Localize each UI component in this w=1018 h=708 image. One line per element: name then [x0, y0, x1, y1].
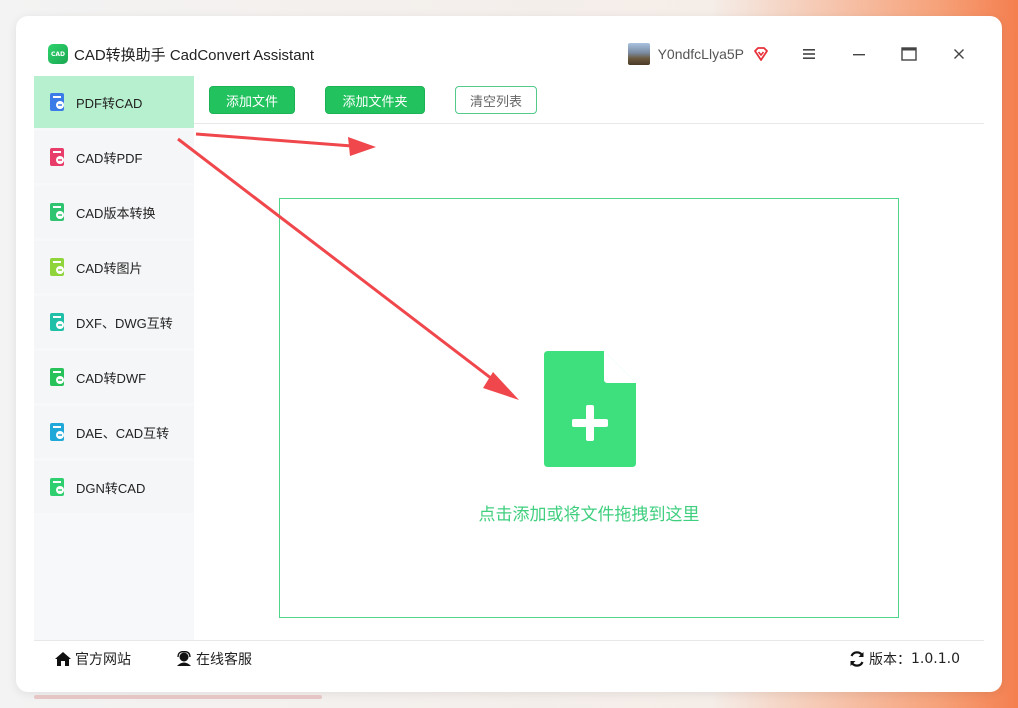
sidebar-item-label: CAD转DWF	[76, 370, 147, 386]
sidebar-item-label: DAE、CAD互转	[76, 425, 170, 441]
file-dropzone[interactable]: 点击添加或将文件拖拽到这里	[279, 198, 899, 618]
titlebar: CAD CAD转换助手 CadConvert Assistant Y0ndfcL…	[34, 40, 984, 68]
sidebar-item-dxf-dwg[interactable]: DXF、DWG互转	[34, 296, 194, 348]
cad-to-image-icon	[48, 257, 68, 277]
dae-cad-icon	[48, 422, 68, 442]
footer: 官方网站 在线客服 版本： 1.0.1.0	[34, 640, 984, 676]
sidebar-item-label: PDF转CAD	[76, 95, 143, 111]
version-label: 版本：	[869, 652, 912, 668]
support-label: 在线客服	[196, 650, 252, 667]
home-icon	[55, 651, 71, 666]
refresh-icon[interactable]	[848, 650, 866, 668]
main-panel: 点击添加或将文件拖拽到这里	[194, 125, 984, 640]
vip-diamond-icon[interactable]	[752, 45, 770, 63]
sidebar-item-label: DGN转CAD	[76, 480, 146, 496]
close-icon	[954, 49, 964, 59]
menu-button[interactable]	[784, 40, 834, 68]
pdf-to-cad-icon	[48, 92, 68, 112]
version-number: 1.0.1.0	[911, 651, 960, 667]
horizontal-scrollbar[interactable]	[16, 693, 1002, 699]
add-file-icon	[544, 351, 636, 471]
sidebar-item-cad-version[interactable]: CAD版本转换	[34, 186, 194, 238]
customer-service-icon	[177, 650, 191, 666]
username[interactable]: Y0ndfcLlya5P	[658, 46, 744, 62]
app-logo-icon: CAD	[48, 44, 68, 64]
dgn-to-cad-icon	[48, 477, 68, 497]
sidebar: PDF转CAD CAD转PDF CAD版本转换 CAD转图片 DXF、DWG互转	[34, 76, 194, 640]
cad-to-dwf-icon	[48, 367, 68, 387]
maximize-button[interactable]	[884, 40, 934, 68]
dxf-dwg-icon	[48, 312, 68, 332]
minimize-icon	[853, 54, 865, 56]
sidebar-item-dae-cad[interactable]: DAE、CAD互转	[34, 406, 194, 458]
sidebar-item-label: CAD版本转换	[76, 205, 156, 221]
cad-version-icon	[48, 202, 68, 222]
maximize-icon	[901, 47, 917, 61]
website-link[interactable]: 官方网站	[54, 649, 131, 669]
app-window: CAD CAD转换助手 CadConvert Assistant Y0ndfcL…	[16, 16, 1002, 692]
sidebar-item-dgn-to-cad[interactable]: DGN转CAD	[34, 461, 194, 513]
website-label: 官方网站	[75, 650, 131, 667]
sidebar-item-label: CAD转PDF	[76, 150, 143, 166]
clear-list-button[interactable]: 清空列表	[455, 86, 537, 114]
menu-icon	[803, 49, 815, 59]
version-info: 版本： 1.0.1.0	[848, 641, 960, 677]
sidebar-item-cad-to-dwf[interactable]: CAD转DWF	[34, 351, 194, 403]
sidebar-item-label: CAD转图片	[76, 260, 143, 276]
app-title: CAD转换助手 CadConvert Assistant	[74, 46, 315, 64]
sidebar-item-pdf-to-cad[interactable]: PDF转CAD	[34, 76, 194, 128]
titlebar-controls: Y0ndfcLlya5P	[627, 40, 984, 68]
sidebar-item-cad-to-image[interactable]: CAD转图片	[34, 241, 194, 293]
add-file-button[interactable]: 添加文件	[209, 86, 295, 114]
add-folder-button[interactable]: 添加文件夹	[325, 86, 425, 114]
sidebar-item-label: DXF、DWG互转	[76, 315, 173, 331]
minimize-button[interactable]	[834, 40, 884, 68]
close-button[interactable]	[934, 40, 984, 68]
sidebar-item-cad-to-pdf[interactable]: CAD转PDF	[34, 131, 194, 183]
support-link[interactable]: 在线客服	[175, 649, 252, 669]
avatar[interactable]	[627, 43, 650, 65]
cad-to-pdf-icon	[48, 147, 68, 167]
dropzone-hint: 点击添加或将文件拖拽到这里	[478, 505, 700, 524]
toolbar: 添加文件 添加文件夹 清空列表	[194, 76, 984, 124]
scrollbar-thumb[interactable]	[34, 695, 322, 699]
